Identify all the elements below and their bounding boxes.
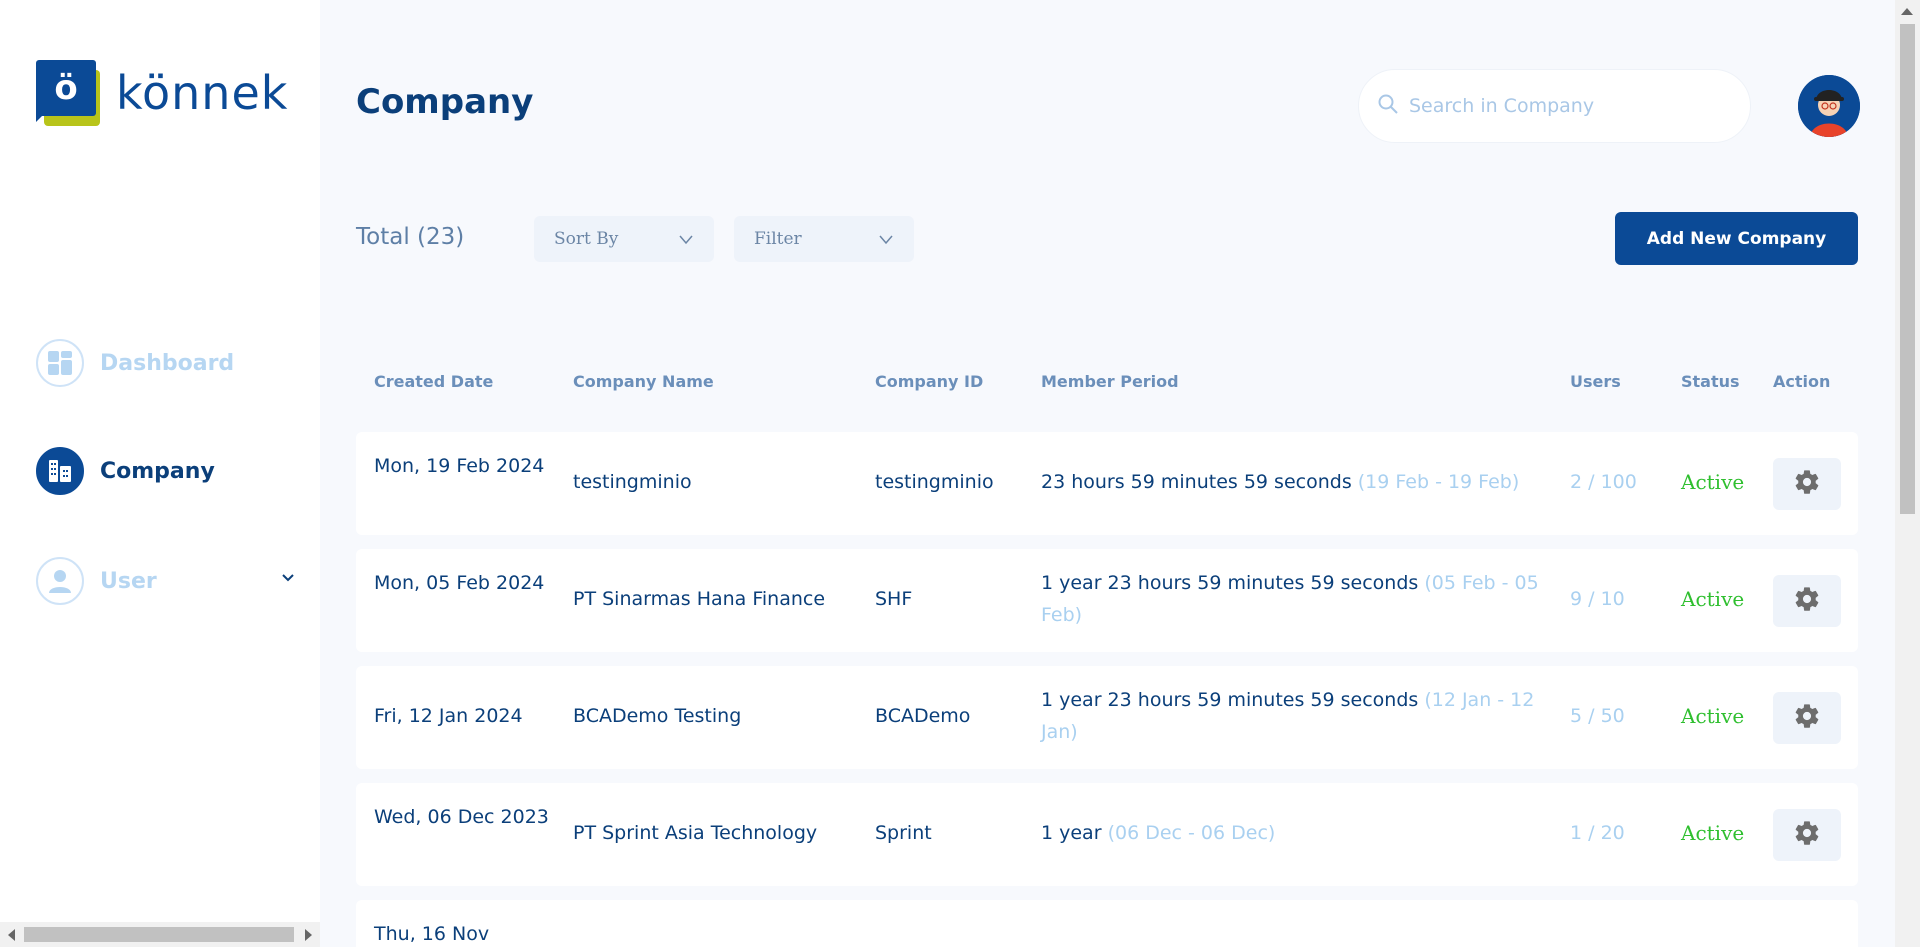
scrollbar-thumb[interactable]	[1900, 24, 1915, 514]
company-id: Sprint	[875, 822, 932, 844]
table-row[interactable]: Fri, 12 Jan 2024 BCADemo Testing BCADemo…	[356, 666, 1858, 769]
sidebar-item-label: Company	[100, 458, 215, 484]
member-period: 1 year (06 Dec - 06 Dec)	[1041, 822, 1276, 844]
users-count: 5 / 50	[1570, 705, 1625, 727]
settings-button[interactable]	[1773, 575, 1841, 627]
table-row[interactable]: Mon, 05 Feb 2024 PT Sinarmas Hana Financ…	[356, 549, 1858, 652]
company-name[interactable]: PT Sprint Asia Technology	[573, 817, 817, 849]
column-header-action: Action	[1773, 372, 1831, 391]
users-count: 2 / 100	[1570, 471, 1637, 493]
created-date: Wed, 06 Dec 2023	[374, 806, 549, 828]
gear-icon	[1793, 468, 1821, 500]
sidebar-item-label: User	[100, 568, 157, 594]
sidebar-item-company[interactable]: Company	[36, 446, 296, 496]
created-date: Thu, 16 Nov	[374, 923, 490, 945]
company-name[interactable]: BCADemo Testing	[573, 700, 741, 732]
users-count: 9 / 10	[1570, 588, 1625, 610]
scrollbar-thumb[interactable]	[24, 927, 294, 942]
settings-button[interactable]	[1773, 809, 1841, 861]
filter-label: Filter	[754, 229, 802, 249]
avatar[interactable]	[1798, 75, 1860, 137]
scroll-right-icon[interactable]	[305, 929, 312, 941]
total-count: Total (23)	[356, 224, 465, 250]
member-period: 1 year 23 hours 59 minutes 59 seconds (0…	[1041, 572, 1539, 626]
gear-icon	[1793, 819, 1821, 851]
users-count: 1 / 20	[1570, 822, 1625, 844]
scroll-up-icon[interactable]	[1901, 8, 1913, 15]
column-header-users[interactable]: Users	[1570, 372, 1621, 391]
building-icon	[36, 447, 84, 495]
gear-icon	[1793, 702, 1821, 734]
gear-icon	[1793, 585, 1821, 617]
logo-mark: ö	[36, 58, 106, 128]
chevron-down-icon	[878, 231, 894, 252]
sort-by-label: Sort By	[554, 229, 619, 249]
table-row[interactable]: Mon, 19 Feb 2024 testingminio testingmin…	[356, 432, 1858, 535]
sort-by-dropdown[interactable]: Sort By	[534, 216, 714, 262]
settings-button[interactable]	[1773, 692, 1841, 744]
column-header-status[interactable]: Status	[1681, 372, 1740, 391]
horizontal-scrollbar[interactable]	[0, 922, 320, 947]
company-id: testingminio	[875, 471, 994, 493]
member-period-range: (06 Dec - 06 Dec)	[1107, 822, 1276, 844]
sidebar-item-user[interactable]: User	[36, 556, 296, 606]
column-header-member-period[interactable]: Member Period	[1041, 372, 1179, 391]
company-id: SHF	[875, 588, 913, 610]
created-date: Mon, 19 Feb 2024	[374, 455, 545, 477]
vertical-scrollbar[interactable]	[1895, 0, 1920, 947]
table-row[interactable]: Thu, 16 Nov	[356, 900, 1858, 947]
status-badge: Active	[1681, 587, 1745, 611]
konnek-logo[interactable]: ö könnek	[36, 58, 288, 128]
page-title: Company	[356, 82, 534, 122]
table-row[interactable]: Wed, 06 Dec 2023 PT Sprint Asia Technolo…	[356, 783, 1858, 886]
sidebar-item-label: Dashboard	[100, 350, 235, 376]
member-period: 23 hours 59 minutes 59 seconds (19 Feb -…	[1041, 471, 1520, 493]
user-icon	[36, 557, 84, 605]
filter-dropdown[interactable]: Filter	[734, 216, 914, 262]
sidebar-item-dashboard[interactable]: Dashboard	[36, 338, 296, 388]
member-period: 1 year 23 hours 59 minutes 59 seconds (1…	[1041, 689, 1535, 743]
settings-button[interactable]	[1773, 458, 1841, 510]
created-date: Mon, 05 Feb 2024	[374, 572, 545, 594]
column-header-created-date[interactable]: Created Date	[374, 372, 493, 391]
company-name[interactable]: PT Sinarmas Hana Finance	[573, 583, 825, 615]
scroll-left-icon[interactable]	[8, 929, 15, 941]
sidebar: ö könnek Dashboard Company User	[0, 0, 320, 947]
company-name[interactable]: testingminio	[573, 466, 692, 498]
column-header-company-name[interactable]: Company Name	[573, 372, 714, 391]
column-header-company-id[interactable]: Company ID	[875, 372, 983, 391]
search-input[interactable]	[1409, 95, 1729, 117]
chevron-down-icon[interactable]	[280, 570, 296, 590]
dashboard-icon	[36, 339, 84, 387]
logo-text: könnek	[116, 66, 289, 120]
search-box[interactable]	[1358, 69, 1751, 143]
member-period-range: (19 Feb - 19 Feb)	[1357, 471, 1520, 493]
status-badge: Active	[1681, 821, 1745, 845]
chevron-down-icon	[678, 231, 694, 252]
search-icon	[1377, 93, 1399, 119]
status-badge: Active	[1681, 704, 1745, 728]
created-date: Fri, 12 Jan 2024	[374, 705, 523, 727]
company-id: BCADemo	[875, 705, 971, 727]
status-badge: Active	[1681, 470, 1745, 494]
add-new-company-button[interactable]: Add New Company	[1615, 212, 1858, 265]
